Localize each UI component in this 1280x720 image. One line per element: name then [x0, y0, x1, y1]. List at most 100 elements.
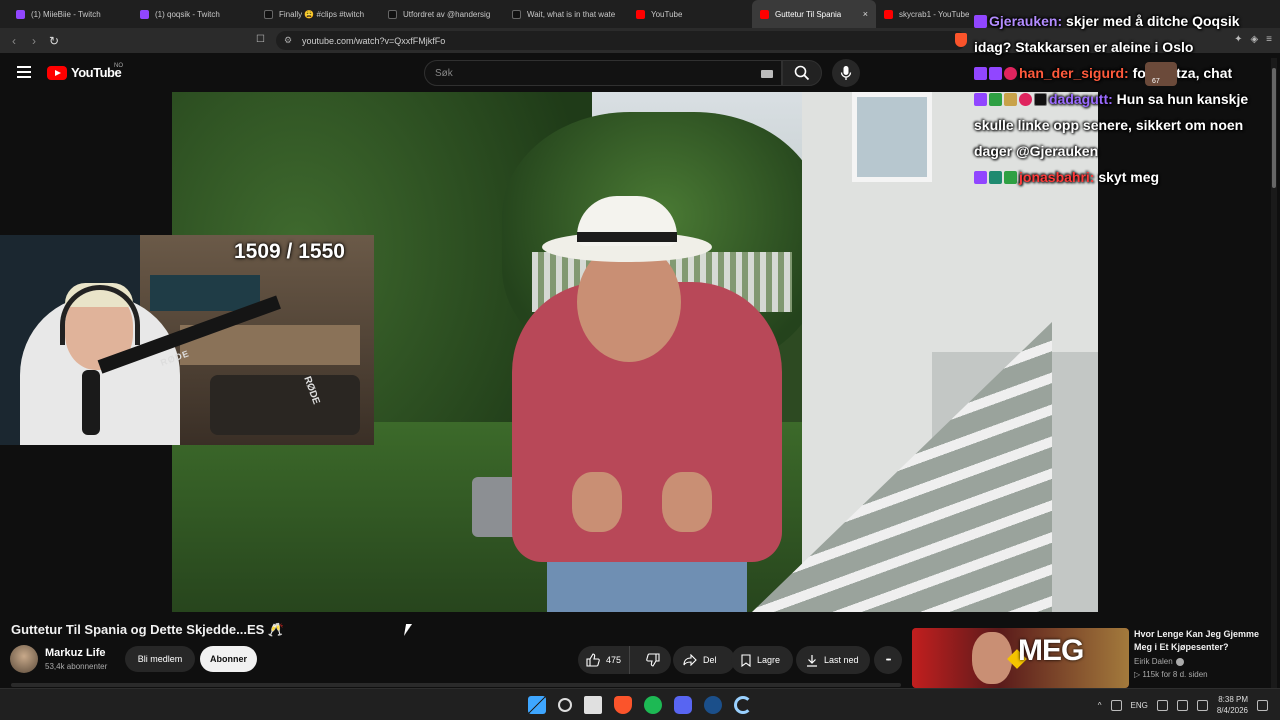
recommendation-channel-name: Eirik Dalen: [1134, 657, 1173, 666]
recommendation-channel[interactable]: Eirik Dalen: [1134, 657, 1184, 666]
browser-tab[interactable]: (1) qoqsik - Twitch: [132, 0, 256, 28]
browser-tab[interactable]: YouTube: [628, 0, 752, 28]
search-input[interactable]: Søk: [424, 60, 782, 86]
video-hat-band: [577, 232, 677, 242]
bookmark-icon: [741, 653, 751, 667]
description-box-edge: [11, 683, 901, 687]
windows-taskbar: ^ ENG 8:38 PM 8/4/2026: [0, 688, 1280, 720]
browser-tab-label: YouTube: [651, 9, 683, 19]
browser-tab[interactable]: (1) MiieBiie - Twitch: [8, 0, 132, 28]
browser-tab[interactable]: Wait, what is in that wate: [504, 0, 628, 28]
twitch-icon: [140, 9, 149, 19]
brave-browser-icon[interactable]: [614, 696, 632, 714]
thumbnail-text: MEG: [1018, 634, 1084, 667]
share-icon: [683, 654, 697, 666]
language-indicator[interactable]: ENG: [1131, 701, 1148, 710]
chat-badge-icon: [974, 67, 987, 80]
close-tab-icon[interactable]: ×: [863, 9, 868, 19]
join-button[interactable]: Bli medlem: [125, 646, 195, 672]
clock[interactable]: 8:38 PM 8/4/2026: [1217, 694, 1248, 716]
verified-icon: [1175, 657, 1184, 666]
chat-badge-icon: [989, 67, 1002, 80]
app-c-icon[interactable]: [734, 696, 752, 714]
browser-tab-label: Utfordret av @handersig: [403, 9, 491, 19]
thumbnail-face: [972, 632, 1012, 684]
youtube-icon: [760, 9, 769, 19]
display-icon[interactable]: [1176, 699, 1188, 711]
chat-username: Gjerauken:: [989, 13, 1063, 29]
brave-shield-icon[interactable]: [955, 33, 967, 47]
browser-tab[interactable]: Utfordret av @handersig: [380, 0, 504, 28]
network-icon[interactable]: [1156, 699, 1168, 711]
chat-message-text: skyt meg: [1094, 169, 1160, 185]
keyboard-icon[interactable]: [761, 70, 773, 78]
chat-badge-icon: [1034, 93, 1047, 106]
chat-username: jonasbahri:: [1019, 169, 1095, 185]
back-icon[interactable]: ‹: [4, 34, 24, 48]
chat-badge-icon: [974, 171, 987, 184]
chat-badge-icon: [1004, 171, 1017, 184]
browser-tab-label: skycrab1 - YouTube: [899, 9, 970, 19]
address-bar[interactable]: ⚙ youtube.com/watch?v=QxxfFMjkfFo: [276, 31, 966, 50]
share-button[interactable]: Del: [673, 646, 735, 674]
chat-username: han_der_sigurd:: [1019, 65, 1129, 81]
browser-tab[interactable]: Guttetur Til Spania ×: [752, 0, 876, 28]
save-button[interactable]: Lagre: [731, 646, 793, 674]
clock-time: 8:38 PM: [1218, 695, 1248, 704]
site-info-icon[interactable]: ⚙: [284, 35, 292, 46]
viewer-avatar: [1145, 62, 1177, 86]
search-button[interactable]: [782, 60, 822, 86]
volume-icon[interactable]: [1196, 699, 1208, 711]
notification-icon[interactable]: [1257, 699, 1268, 711]
video-title: Guttetur Til Spania og Dette Skjedde...E…: [11, 622, 285, 637]
browser-tab-label: (1) qoqsik - Twitch: [155, 9, 220, 19]
like-button[interactable]: 475: [578, 646, 631, 674]
more-actions-button[interactable]: •••: [874, 646, 902, 674]
reload-icon[interactable]: ↻: [44, 34, 64, 48]
browser-tab-label: (1) MiieBiie - Twitch: [31, 9, 101, 19]
browser-tab[interactable]: Finally 😩 #clips #twitch: [256, 0, 380, 28]
webcam-couch: [210, 375, 360, 435]
url-text: youtube.com/watch?v=QxxfFMjkfFo: [302, 35, 446, 46]
twitch-icon: [16, 9, 25, 19]
search-icon: [794, 65, 810, 81]
youtube-logo[interactable]: YouTube: [47, 65, 122, 80]
tiktok-icon: [512, 9, 521, 19]
spotify-icon[interactable]: [644, 696, 662, 714]
browser-tab-label: Guttetur Til Spania: [775, 9, 842, 19]
dislike-button[interactable]: [636, 646, 670, 674]
chat-badge-icon: [1019, 93, 1032, 106]
thumbs-up-icon: [586, 653, 600, 667]
channel-name[interactable]: Markuz Life: [45, 647, 106, 659]
steam-icon[interactable]: [704, 696, 722, 714]
chat-badge-icon: [974, 93, 987, 106]
search-placeholder: Søk: [435, 67, 453, 79]
download-button[interactable]: Last ned: [796, 646, 870, 674]
bookmark-icon[interactable]: ☐: [256, 34, 265, 45]
windows-start-icon[interactable]: [528, 696, 546, 714]
voice-search-button[interactable]: [832, 59, 860, 87]
hamburger-menu-icon[interactable]: [17, 66, 31, 78]
chat-badge-icon: [989, 171, 1002, 184]
recommendation-thumbnail[interactable]: MEG: [912, 628, 1129, 688]
recommendation-title[interactable]: Hvor Lenge Kan Jeg Gjemme Meg i Et Kjøpe…: [1134, 628, 1264, 654]
taskbar-search-icon[interactable]: [558, 698, 572, 712]
forward-icon[interactable]: ›: [24, 34, 44, 48]
tray-chevron-icon[interactable]: ^: [1098, 701, 1102, 710]
channel-avatar[interactable]: [10, 645, 38, 673]
file-explorer-icon[interactable]: [584, 696, 602, 714]
chat-overlay: Gjerauken: skjer med å ditche Qoqsik ida…: [974, 8, 1270, 190]
discord-icon[interactable]: [674, 696, 692, 714]
tiktok-icon: [264, 9, 273, 19]
save-label: Lagre: [757, 655, 781, 665]
chat-badge-icon: [974, 15, 987, 28]
like-dislike-group: 475: [578, 646, 671, 674]
subscribe-button[interactable]: Abonner: [200, 646, 257, 672]
chat-badge-icon: [1004, 93, 1017, 106]
chat-message: han_der_sigurd: for mutza, chat: [974, 60, 1270, 86]
mouse-cursor-icon: [403, 624, 413, 636]
scrollbar-thumb[interactable]: [1272, 68, 1276, 188]
chat-message: Gjerauken: skjer med å ditche Qoqsik ida…: [974, 8, 1270, 60]
microphone: [82, 370, 100, 435]
tray-app-icon[interactable]: [1110, 699, 1122, 711]
